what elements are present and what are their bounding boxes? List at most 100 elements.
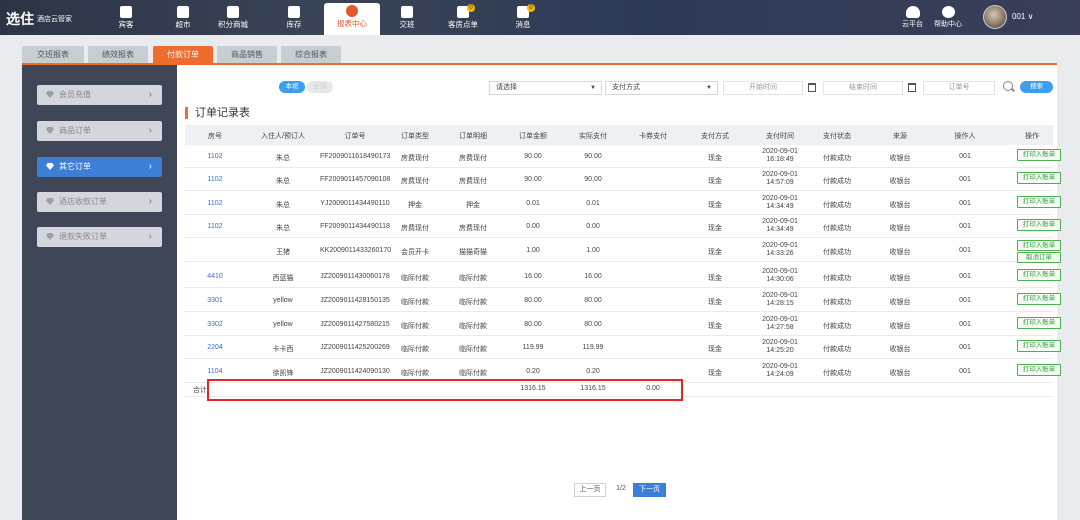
nav-room-order[interactable]: 0 客房点单: [440, 4, 486, 32]
chevron-right-icon: ›: [148, 196, 152, 207]
table-cell-operator: 001: [959, 368, 971, 375]
table-cell-order-no: YJ2009011434490110: [320, 200, 390, 207]
table-cell-operator: 001: [959, 321, 971, 328]
tab-goods-sales[interactable]: 商品销售: [217, 46, 277, 63]
pay-time: 14:27:58: [766, 324, 794, 331]
caret-down-icon: ▼: [706, 85, 712, 91]
pay-time: 14:24:09: [766, 371, 794, 378]
table-cell-room[interactable]: 1102: [200, 223, 230, 230]
pay-date: 2020-09-01: [762, 339, 798, 346]
notification-badge: 0: [527, 4, 535, 12]
table-cell-order-type: 临际付款: [401, 323, 429, 330]
side-menu-hotel-receipt-orders[interactable]: 酒店收款订单 ›: [37, 192, 162, 212]
order-type-select[interactable]: 请选择 ▼: [489, 81, 602, 95]
pay-time: 14:57:09: [766, 179, 794, 186]
table-cell-room[interactable]: 3301: [200, 297, 230, 304]
table-cell-method: 现金: [708, 275, 722, 282]
print-receipt-button[interactable]: 打印入账单: [1017, 269, 1061, 281]
nav-label: 超市: [175, 20, 191, 29]
order-number-input[interactable]: 订单号: [923, 81, 995, 95]
table-cell-room[interactable]: 1102: [200, 153, 230, 160]
print-receipt-button[interactable]: 打印入账单: [1017, 172, 1061, 184]
next-page-button[interactable]: 下一页: [633, 483, 666, 497]
table-cell-order-type: 临际付款: [401, 275, 429, 282]
app-logo[interactable]: 选住 酒店云管家: [6, 9, 72, 29]
tab-shift-report[interactable]: 交班报表: [22, 46, 84, 63]
diamond-icon: [46, 233, 54, 240]
cart-icon: [177, 6, 189, 18]
print-receipt-button[interactable]: 打印入账单: [1017, 364, 1061, 376]
diamond-icon: [46, 127, 54, 134]
search-button[interactable]: 搜索: [1020, 81, 1053, 93]
print-receipt-button[interactable]: 打印入账单: [1017, 317, 1061, 329]
column-header: 订单号: [344, 133, 366, 140]
tab-summary-report[interactable]: 综合报表: [281, 46, 341, 63]
page-indicator: 1/2: [616, 485, 626, 492]
calendar-icon[interactable]: [808, 83, 816, 92]
avatar[interactable]: [983, 5, 1007, 29]
current-shift-toggle[interactable]: 本班: [279, 81, 305, 93]
side-menu: 会员充值 › 商品订单 › 其它订单 › 酒店收款订单 › 退款失败订单 ›: [22, 65, 177, 520]
side-menu-member-recharge[interactable]: 会员充值 ›: [37, 85, 162, 105]
calendar-icon[interactable]: [908, 83, 916, 92]
side-menu-label: 酒店收款订单: [59, 197, 107, 206]
side-menu-refund-failed-orders[interactable]: 退款失败订单 ›: [37, 227, 162, 247]
table-cell-room[interactable]: 1104: [200, 368, 230, 375]
table-cell-order-type: 房费现付: [401, 178, 429, 185]
table-row: 1102 朱总 FF2009011434490118 房费现付 房费现付 0.00 0.00…: [185, 215, 1061, 238]
table-cell-order-detail: 房费现付: [459, 178, 487, 185]
user-menu[interactable]: 001 ∨: [1012, 12, 1033, 21]
table-cell-room[interactable]: 1102: [200, 176, 230, 183]
nav-cart[interactable]: 超市: [160, 4, 206, 32]
nav-label: 宾客: [118, 20, 134, 29]
payment-method-select[interactable]: 支付方式 ▼: [605, 81, 718, 95]
table-cell-room[interactable]: 2204: [200, 344, 230, 351]
pie-chart-icon: [346, 5, 358, 17]
tab-performance-report[interactable]: 绩效报表: [88, 46, 148, 63]
print-receipt-button[interactable]: 打印入账单: [1017, 219, 1061, 231]
table-cell-guest: yellow: [273, 297, 293, 304]
table-cell-order-detail: 临际付款: [459, 299, 487, 306]
table-cell-room[interactable]: 4410: [200, 273, 230, 280]
prev-page-button[interactable]: 上一页: [574, 483, 606, 497]
side-menu-other-orders[interactable]: 其它订单 ›: [37, 157, 162, 177]
table-row: 3302 yellow JZ2009011427580215 临际付款 临际付款 80.0…: [185, 313, 1061, 336]
print-receipt-button[interactable]: 打印入账单: [1017, 240, 1061, 251]
help-center-link[interactable]: 帮助中心: [934, 6, 962, 29]
table-cell-room[interactable]: 3302: [200, 321, 230, 328]
side-menu-label: 商品订单: [59, 126, 91, 135]
side-menu-goods-orders[interactable]: 商品订单 ›: [37, 121, 162, 141]
diamond-icon: [46, 198, 54, 205]
table-cell-paid: 0.20: [586, 368, 600, 375]
table-cell-source: 收银台: [889, 249, 911, 256]
end-time-input[interactable]: 结束时间: [823, 81, 916, 95]
nav-guest[interactable]: 宾客: [103, 4, 149, 32]
table-cell-order-detail: 临际付款: [459, 275, 487, 282]
print-receipt-button[interactable]: 打印入账单: [1017, 196, 1061, 208]
pay-date: 2020-09-01: [762, 363, 798, 370]
nav-pie-chart[interactable]: 报表中心: [324, 3, 380, 35]
pay-time: 14:33:26: [766, 250, 794, 257]
table-cell-paid: 90.00: [584, 176, 602, 183]
all-toggle[interactable]: 全部: [307, 81, 333, 93]
cancel-order-button[interactable]: 取消订单: [1017, 252, 1061, 263]
nav-shop[interactable]: 积分商城: [210, 4, 256, 32]
table-cell-method: 现金: [708, 155, 722, 162]
table-cell-operator: 001: [959, 273, 971, 280]
table-row: 4410 西蓝猫 JZ2009011430060178 临际付款 临际付款 16.00 16…: [185, 265, 1061, 288]
table-cell-guest: 朱总: [276, 225, 290, 232]
table-cell-method: 现金: [708, 299, 722, 306]
tab-payment-orders[interactable]: 付款订单: [153, 46, 213, 63]
cloud-platform-link[interactable]: 云平台: [902, 6, 923, 29]
nav-handover[interactable]: 交班: [384, 4, 430, 32]
print-receipt-button[interactable]: 打印入账单: [1017, 149, 1061, 161]
table-cell-status: 付款成功: [823, 249, 851, 256]
print-receipt-button[interactable]: 打印入账单: [1017, 340, 1061, 352]
table-cell-guest: 朱总: [276, 178, 290, 185]
search-icon[interactable]: [1003, 81, 1013, 91]
table-cell-room[interactable]: 1102: [200, 200, 230, 207]
print-receipt-button[interactable]: 打印入账单: [1017, 293, 1061, 305]
start-time-input[interactable]: 开始时间: [723, 81, 816, 95]
nav-box[interactable]: 库存: [271, 4, 317, 32]
nav-message[interactable]: 0 消息: [500, 4, 546, 32]
